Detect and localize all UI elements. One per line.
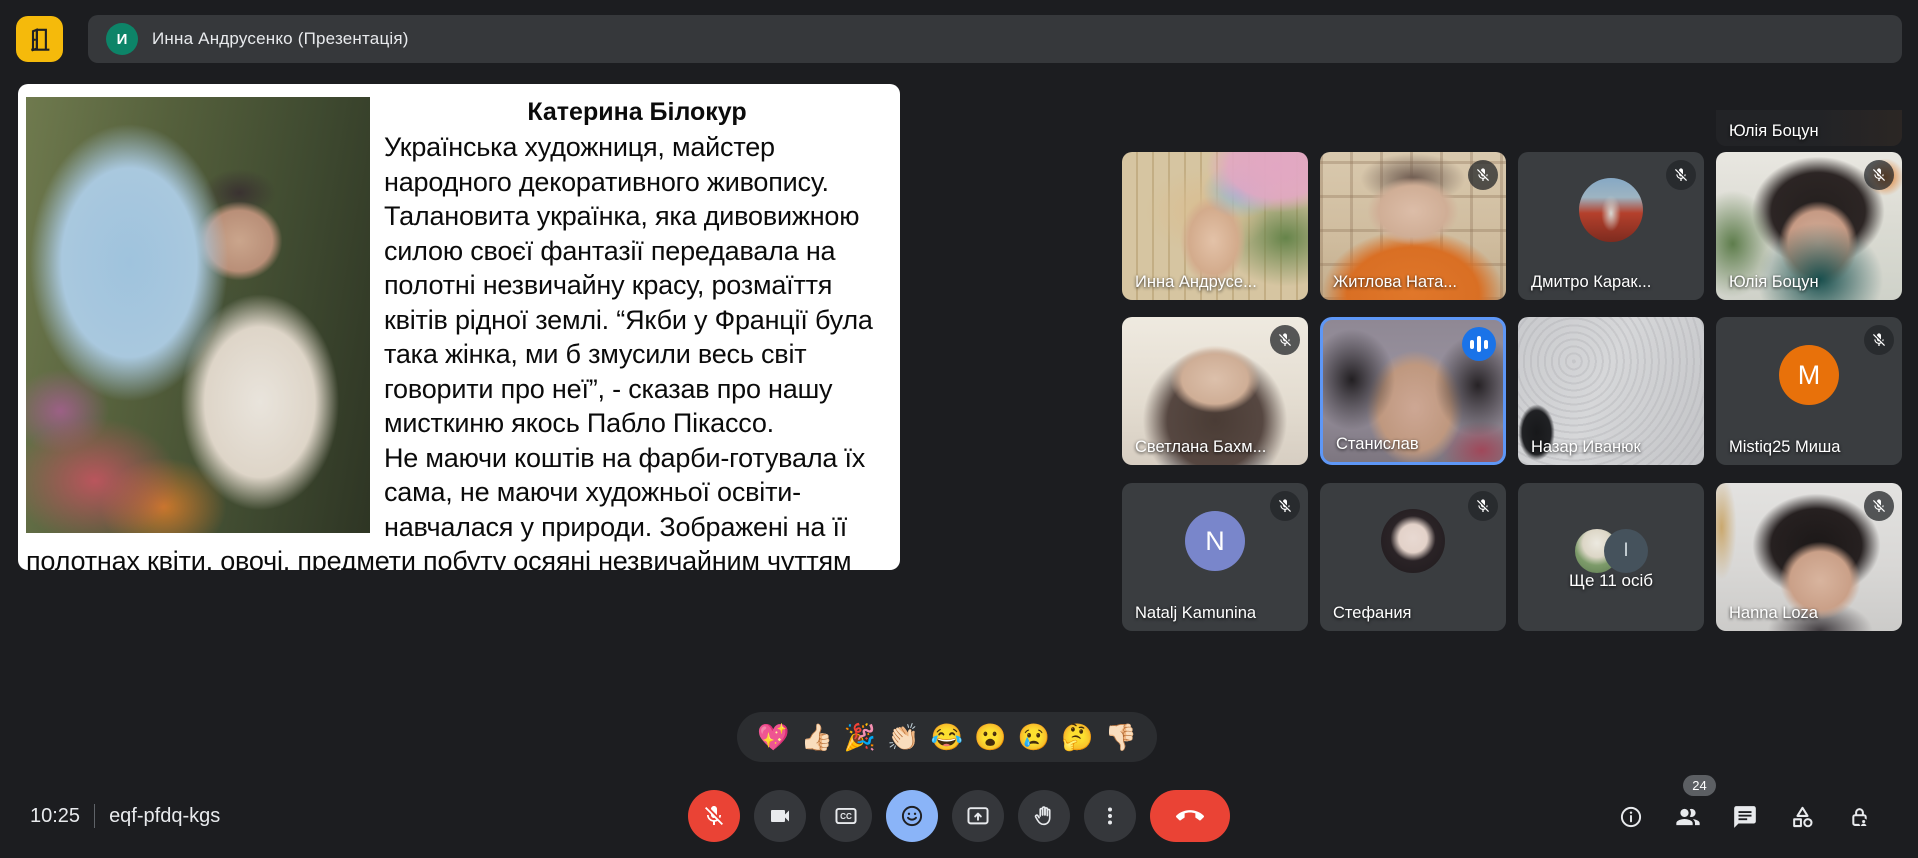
participant-name: Hanna Loza <box>1729 604 1818 623</box>
avatar: N <box>1185 511 1245 571</box>
avatar: I <box>1604 529 1648 573</box>
shared-presentation: Катерина Білокур Українська художниця, м… <box>18 84 900 570</box>
participant-tile[interactable]: Житлова Ната... <box>1320 152 1506 300</box>
reaction-surprised[interactable]: 😮 <box>974 724 1006 750</box>
participant-name: Светлана Бахм... <box>1135 438 1266 457</box>
reactions-button[interactable] <box>886 790 938 842</box>
chat-icon <box>1732 804 1758 830</box>
people-button[interactable] <box>1671 800 1705 834</box>
mic-muted-icon <box>1864 160 1894 190</box>
side-panel-controls <box>1614 800 1876 834</box>
participant-name: Юлія Боцун <box>1729 122 1819 141</box>
avatar <box>1579 178 1643 242</box>
participant-tile[interactable]: Юлія Боцун <box>1716 152 1902 300</box>
svg-text:CC: CC <box>840 812 852 821</box>
mic-toggle-button[interactable] <box>688 790 740 842</box>
reaction-party-popper[interactable]: 🎉 <box>844 724 876 750</box>
participant-name: Инна Андрусе... <box>1135 273 1257 292</box>
reaction-sparkling-heart[interactable]: 💖 <box>757 724 789 750</box>
activities-icon <box>1789 804 1816 831</box>
participant-tile[interactable]: Дмитро Карак... <box>1518 152 1704 300</box>
clock-time: 10:25 <box>30 805 80 828</box>
mic-muted-icon <box>1864 325 1894 355</box>
meeting-details-button[interactable] <box>1614 800 1648 834</box>
mic-muted-icon <box>1468 491 1498 521</box>
mic-off-icon <box>702 804 726 828</box>
camera-icon <box>768 804 792 828</box>
activities-button[interactable] <box>1785 800 1819 834</box>
participant-tile[interactable]: M Mistiq25 Миша <box>1716 317 1902 465</box>
more-vert-icon <box>1098 804 1122 828</box>
participant-tile[interactable]: Светлана Бахм... <box>1122 317 1308 465</box>
reactions-bar: 💖 👍🏻 🎉 👏🏻 😂 😮 😢 🤔 👎🏻 <box>737 712 1157 762</box>
open-door-icon <box>25 24 55 54</box>
divider <box>94 804 95 828</box>
host-controls-button[interactable] <box>1842 800 1876 834</box>
captions-button[interactable]: CC <box>820 790 872 842</box>
mic-muted-icon <box>1666 160 1696 190</box>
hand-icon <box>1031 803 1057 829</box>
slide-photo-kateryna-bilokur <box>26 97 370 533</box>
participant-name: Юлія Боцун <box>1729 273 1819 292</box>
participant-tile[interactable]: Назар Иванюк <box>1518 317 1704 465</box>
participant-name: Стефания <box>1333 604 1411 623</box>
reaction-cry[interactable]: 😢 <box>1018 724 1050 750</box>
participant-name: Житлова Ната... <box>1333 273 1457 292</box>
presenter-avatar: И <box>106 23 138 55</box>
participant-count-badge: 24 <box>1683 775 1716 796</box>
reaction-thumbs-up[interactable]: 👍🏻 <box>800 724 832 750</box>
mic-muted-icon <box>1270 325 1300 355</box>
participant-tile[interactable]: Инна Андрусе... <box>1122 152 1308 300</box>
more-options-button[interactable] <box>1084 790 1136 842</box>
overflow-tile[interactable]: I Ще 11 осіб <box>1518 483 1704 631</box>
participant-tile-speaking[interactable]: Станислав <box>1320 317 1506 465</box>
reaction-joy[interactable]: 😂 <box>931 724 963 750</box>
meeting-stage: И Инна Андрусенко (Презентація) Катерина… <box>0 0 1918 858</box>
participant-name: Mistiq25 Миша <box>1729 438 1840 457</box>
mic-muted-icon <box>1864 491 1894 521</box>
reaction-thinking[interactable]: 🤔 <box>1061 724 1093 750</box>
participant-tile[interactable]: Стефания <box>1320 483 1506 631</box>
present-button[interactable] <box>952 790 1004 842</box>
present-screen-icon <box>965 803 991 829</box>
participant-tile[interactable]: N Natalj Kamunina <box>1122 483 1308 631</box>
reaction-thumbs-down[interactable]: 👎🏻 <box>1105 724 1137 750</box>
host-controls-lock-icon <box>1846 804 1873 831</box>
presenter-label: Инна Андрусенко (Презентація) <box>152 29 409 49</box>
participant-name: Дмитро Карак... <box>1531 273 1651 292</box>
people-icon <box>1674 803 1702 831</box>
participant-tile[interactable]: Hanna Loza <box>1716 483 1902 631</box>
meeting-code: eqf-pfdq-kgs <box>109 805 220 828</box>
reaction-clap[interactable]: 👏🏻 <box>887 724 919 750</box>
chat-button[interactable] <box>1728 800 1762 834</box>
call-controls: CC <box>688 790 1230 842</box>
leave-call-button[interactable] <box>1150 790 1230 842</box>
audio-level-icon <box>1462 327 1496 361</box>
more-participants-label: Ще 11 осіб <box>1518 571 1704 591</box>
participant-name: Станислав <box>1336 435 1419 454</box>
open-door-button[interactable] <box>16 16 63 62</box>
avatar: M <box>1779 345 1839 405</box>
smiley-icon <box>899 803 925 829</box>
raise-hand-button[interactable] <box>1018 790 1070 842</box>
participant-name: Natalj Kamunina <box>1135 604 1256 623</box>
info-icon <box>1618 804 1644 830</box>
mic-muted-icon <box>1270 491 1300 521</box>
participant-name: Назар Иванюк <box>1531 438 1641 457</box>
captions-icon: CC <box>833 803 859 829</box>
mic-muted-icon <box>1468 160 1498 190</box>
camera-toggle-button[interactable] <box>754 790 806 842</box>
statusbar: 10:25 eqf-pfdq-kgs <box>30 804 220 828</box>
avatar <box>1381 509 1445 573</box>
presenter-chip: И Инна Андрусенко (Презентація) <box>88 15 1902 63</box>
participant-tile-clipped[interactable]: Юлія Боцун <box>1716 110 1902 146</box>
call-end-icon <box>1176 802 1204 830</box>
